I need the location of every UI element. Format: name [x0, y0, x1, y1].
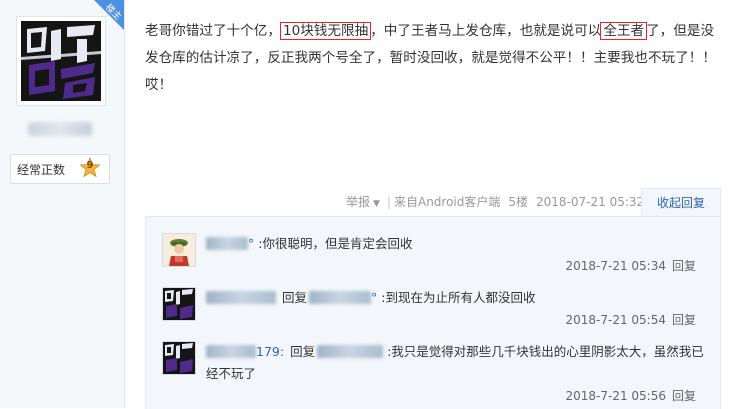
divider: |	[386, 195, 391, 209]
reply-button[interactable]: 回复	[672, 259, 696, 273]
reply-body: ° :你很聪明，但是肯定会回收	[206, 233, 706, 255]
reply-datetime: 2018-7-21 05:54	[565, 313, 666, 327]
reply-to-label: 回复	[281, 290, 307, 305]
highlighted-phrase-2: 全王者	[600, 22, 648, 40]
reply-meta: 2018-7-21 05:54 回复	[565, 311, 696, 328]
post-text-2: ，中了王者马上发仓库，也就是说可以	[370, 23, 602, 39]
post-source: 来自Android客户端	[393, 195, 501, 209]
reply-avatar[interactable]	[162, 287, 196, 321]
reply-to-label: 回复	[290, 344, 316, 359]
post-tail-bar: 举报 ▼ | 来自Android客户端 5楼 2018-07-21 05:32	[346, 193, 644, 211]
reply-meta: 2018-7-21 05:56 回复	[565, 387, 696, 404]
reply-item: 回复 ° :到现在为止所有人都没回收 2018-7-21 05:54 回复	[162, 287, 710, 337]
reply-text: :你很聪明，但是肯定会回收	[258, 236, 413, 251]
report-button[interactable]: 举报	[346, 193, 370, 210]
level-number: 9	[86, 160, 94, 171]
reply-author-redacted[interactable]	[206, 291, 276, 304]
reply-body: 179: 回复 :我只是觉得对那些几千块钱出的心里阴影太大，虽然我已经不玩了	[206, 341, 706, 385]
reply-body: 回复 ° :到现在为止所有人都没回收	[206, 287, 706, 309]
post-text-1: 老哥你错过了十个亿，	[145, 23, 281, 39]
reply-text: :到现在为止所有人都没回收	[381, 290, 536, 305]
reply-avatar[interactable]	[162, 233, 196, 267]
author-name-redacted[interactable]	[28, 122, 92, 136]
owner-badge: 楼主	[94, 0, 124, 30]
reply-button[interactable]: 回复	[672, 313, 696, 327]
reply-item: ° :你很聪明，但是肯定会回收 2018-7-21 05:34 回复	[162, 233, 710, 283]
post-datetime: 2018-07-21 05:32	[536, 195, 645, 209]
floor-number: 5楼	[508, 195, 529, 209]
reply-datetime: 2018-7-21 05:56	[565, 389, 666, 403]
reply-item: 179: 回复 :我只是觉得对那些几千块钱出的心里阴影太大，虽然我已经不玩了 2…	[162, 341, 710, 405]
level-badge[interactable]: 经常正数 9	[10, 154, 110, 184]
reply-author-suffix[interactable]: °	[248, 236, 254, 251]
author-panel: 楼主 经常正数 9	[0, 0, 125, 408]
post-content: 老哥你错过了十个亿， 10块钱无限抽 ，中了王者马上发仓库，也就是说可以 全王者 了，但…	[145, 18, 720, 99]
highlighted-phrase-1: 10块钱无限抽	[279, 22, 372, 40]
reply-button[interactable]: 回复	[672, 389, 696, 403]
level-name: 经常正数	[17, 163, 66, 177]
reply-author-suffix[interactable]: 179:	[256, 344, 284, 359]
reply-author-redacted[interactable]	[206, 237, 248, 250]
author-avatar[interactable]	[16, 16, 106, 106]
reply-target-redacted[interactable]	[309, 291, 371, 304]
reply-meta: 2018-7-21 05:34 回复	[565, 257, 696, 274]
reply-list: ° :你很聪明，但是肯定会回收 2018-7-21 05:34 回复 回复 ° :到…	[145, 216, 721, 409]
collapse-replies-button[interactable]: 收起回复	[641, 188, 721, 217]
caret-down-icon[interactable]: ▼	[373, 199, 380, 209]
reply-target-suffix[interactable]: °	[371, 290, 377, 305]
reply-author-redacted[interactable]	[206, 345, 256, 358]
avatar-image	[21, 21, 101, 101]
reply-avatar[interactable]	[162, 341, 196, 375]
reply-target-redacted[interactable]	[317, 345, 384, 358]
reply-datetime: 2018-7-21 05:34	[565, 259, 666, 273]
